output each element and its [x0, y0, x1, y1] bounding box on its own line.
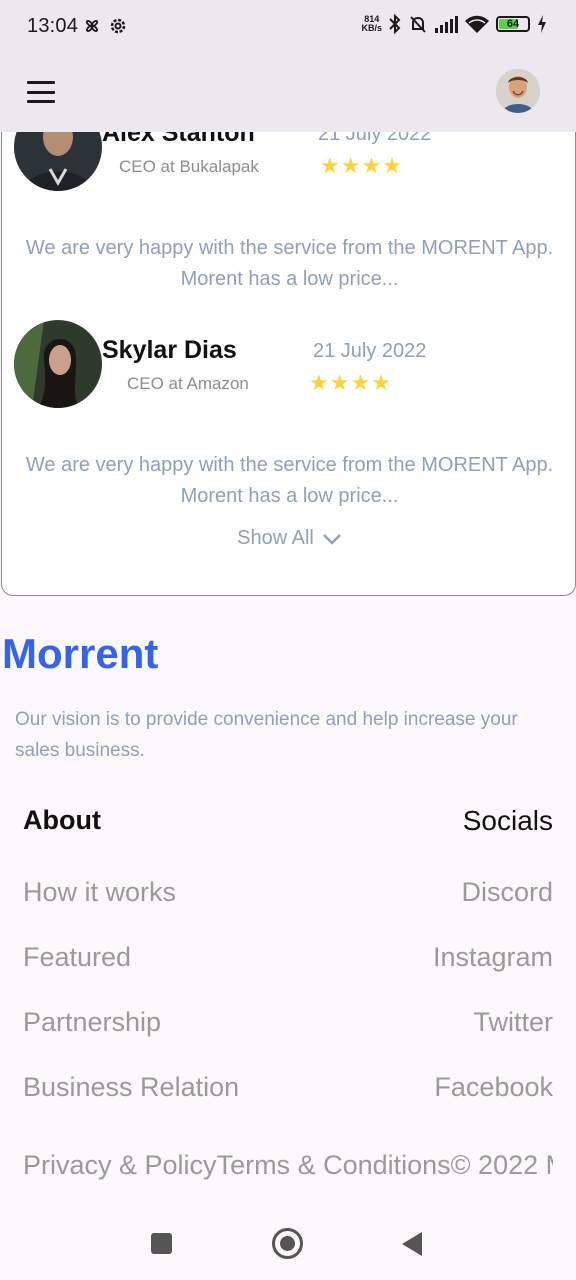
privacy-policy-link[interactable]: Privacy & Policy [23, 1150, 217, 1180]
footer-link-discord[interactable]: Discord [433, 877, 553, 942]
status-icons-right: 814 KB/s 64 [361, 14, 548, 34]
recents-button[interactable] [151, 1233, 172, 1254]
battery-icon: 64 [496, 16, 530, 32]
bluetooth-icon [389, 14, 401, 34]
about-links: How it works Featured Partnership Busine… [23, 877, 239, 1137]
app-bar [0, 56, 576, 132]
footer-link-partnership[interactable]: Partnership [23, 1007, 239, 1072]
brand-logo[interactable]: Morrent [2, 630, 158, 678]
brand-vision: Our vision is to provide convenience and… [15, 709, 518, 761]
footer-link-how-it-works[interactable]: How it works [23, 877, 239, 942]
socials-column: Socials Discord Instagram Twitter Facebo… [433, 805, 553, 1137]
reviewer-avatar [14, 320, 102, 408]
about-title: About [23, 805, 101, 835]
chevron-down-icon [322, 533, 341, 545]
hamburger-line [27, 90, 55, 94]
status-time: 13:04 [27, 15, 79, 37]
net-speed-unit: KB/s [361, 23, 382, 33]
profile-avatar-image [496, 69, 540, 113]
settings-icon [110, 18, 126, 34]
show-all-label: Show All [237, 527, 314, 549]
profile-avatar[interactable] [496, 69, 540, 113]
silent-icon [410, 16, 426, 33]
net-speed: 814 KB/s [361, 15, 382, 33]
footer-link-instagram[interactable]: Instagram [433, 942, 553, 1007]
home-button[interactable] [272, 1228, 303, 1259]
status-icons-left [82, 16, 128, 36]
review-text: We are very happy with the service from … [25, 454, 554, 507]
footer-link-featured[interactable]: Featured [23, 942, 239, 1007]
screen: 13:04 814 KB/s 64 Alex Stanton CEO at Bu… [0, 0, 576, 1280]
battery-level: 64 [506, 18, 520, 30]
system-nav-bar [0, 1208, 576, 1280]
hamburger-line [27, 81, 55, 84]
reviewer-name: Skylar Dias [102, 336, 237, 364]
review-stars: ★★★★ [309, 370, 392, 395]
charging-icon [538, 15, 546, 33]
socials-links: Discord Instagram Twitter Facebook [433, 877, 553, 1137]
hamburger-line [27, 100, 55, 103]
show-all-button[interactable]: Show All [2, 527, 575, 550]
socials-title: Socials [462, 805, 553, 836]
reviews-card: Alex Stanton CEO at Bukalapak 21 July 20… [1, 80, 576, 596]
reviewer-role: CEO at Amazon [127, 374, 249, 393]
reviewer-avatar-image [14, 320, 102, 408]
back-button[interactable] [402, 1232, 422, 1256]
reviewer-role: CEO at Bukalapak [119, 157, 259, 176]
review-text: We are very happy with the service from … [25, 237, 554, 290]
review-date: 21 July 2022 [313, 340, 427, 362]
hamburger-icon[interactable] [27, 81, 55, 103]
copyright-text: © 2022 MORENT. All rights reserved [450, 1150, 553, 1180]
legal-row: Privacy & PolicyTerms & Conditions© 2022… [23, 1150, 553, 1181]
footer-link-business-relation[interactable]: Business Relation [23, 1072, 239, 1137]
footer-link-twitter[interactable]: Twitter [433, 1007, 553, 1072]
review-stars: ★★★★ [320, 153, 403, 178]
about-column: About How it works Featured Partnership … [23, 805, 239, 1137]
wifi-icon [465, 15, 489, 33]
status-bar: 13:04 814 KB/s 64 [0, 0, 576, 56]
signal-icon [435, 16, 458, 33]
footer-link-facebook[interactable]: Facebook [433, 1072, 553, 1137]
fan-icon [86, 20, 98, 32]
terms-conditions-link[interactable]: Terms & Conditions [217, 1150, 451, 1180]
